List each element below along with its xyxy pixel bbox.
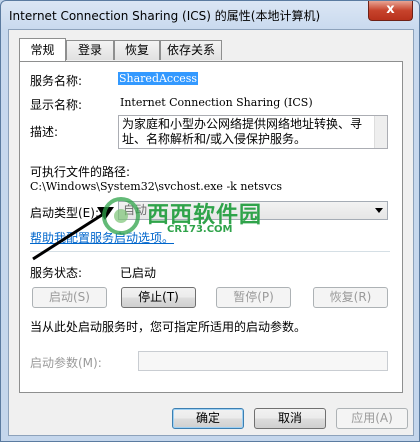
close-button[interactable]: x [368, 1, 413, 21]
start-button[interactable]: 启动(S) [32, 287, 107, 308]
tab-logon[interactable]: 登录 [66, 40, 114, 60]
title-bar[interactable]: Internet Connection Sharing (ICS) 的属性(本地… [1, 1, 419, 29]
pause-button[interactable]: 暂停(P) [216, 287, 291, 308]
service-status-label: 服务状态: [30, 266, 83, 280]
exe-path-value[interactable]: C:\Windows\System32\svchost.exe -k netsv… [30, 180, 282, 193]
start-params-label: 启动参数(M): [30, 356, 102, 370]
tab-general[interactable]: 常规 [19, 38, 66, 61]
service-status-value: 已启动 [120, 266, 157, 280]
stop-button[interactable]: 停止(T) [121, 287, 196, 308]
startup-type-select[interactable]: 自动 [118, 201, 388, 220]
ok-button[interactable]: 确定 [172, 408, 244, 429]
window-title: Internet Connection Sharing (ICS) 的属性(本地… [9, 9, 321, 23]
chevron-down-icon [375, 208, 383, 213]
description-label: 描述: [30, 125, 59, 139]
cancel-button[interactable]: 取消 [254, 408, 326, 429]
service-name-value[interactable]: SharedAccess [118, 72, 199, 85]
apply-button[interactable]: 应用(A) [336, 408, 408, 429]
general-tab-panel: 服务名称: SharedAccess 显示名称: Internet Connec… [19, 61, 403, 393]
tab-recovery[interactable]: 恢复 [114, 40, 160, 60]
exe-path-label: 可执行文件的路径: [30, 165, 131, 179]
description-scrollbar[interactable] [374, 116, 387, 148]
description-textbox[interactable]: 为家庭和小型办公网络提供网络地址转换、寻址、名称解析和/或入侵保护服务。 [118, 115, 388, 149]
dialog-client-area: 常规 登录 恢复 依存关系 服务名称: SharedAccess 显示名称: I… [8, 29, 414, 436]
startup-type-value: 自动 [123, 203, 148, 217]
tab-dependencies[interactable]: 依存关系 [160, 40, 222, 60]
start-params-hint: 当从此处启动服务时，您可指定所适用的启动参数。 [30, 320, 307, 334]
description-text: 为家庭和小型办公网络提供网络地址转换、寻址、名称解析和/或入侵保护服务。 [122, 117, 363, 146]
divider [30, 251, 390, 252]
display-name-value[interactable]: Internet Connection Sharing (ICS) [120, 96, 313, 109]
display-name-label: 显示名称: [30, 98, 83, 112]
properties-window: Internet Connection Sharing (ICS) 的属性(本地… [0, 0, 420, 442]
service-name-label: 服务名称: [30, 74, 83, 88]
help-configure-link[interactable]: 帮助我配置服务启动选项。 [30, 229, 174, 246]
resume-button[interactable]: 恢复(R) [313, 287, 388, 308]
startup-type-label: 启动类型(E): [30, 206, 99, 220]
start-params-input[interactable] [138, 351, 388, 371]
service-name-selected-text[interactable]: SharedAccess [118, 72, 199, 85]
